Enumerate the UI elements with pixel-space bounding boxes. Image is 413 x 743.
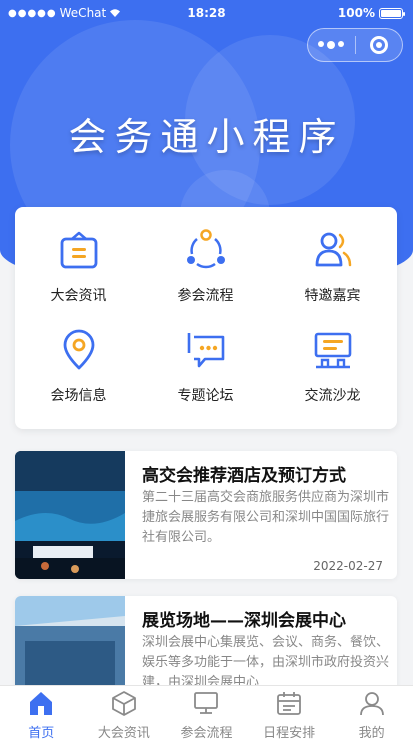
news-title: 展览场地——深圳会展中心 xyxy=(142,611,346,631)
battery-icon xyxy=(379,7,405,19)
process-cycle-icon xyxy=(187,229,225,269)
grid-item-label: 专题论坛 xyxy=(177,388,234,404)
status-bar: ●●●●● WeChat 18:28 100% xyxy=(0,0,413,26)
tab-label: 首页 xyxy=(28,726,55,741)
grid-item-label: 会场信息 xyxy=(50,388,107,404)
guests-icon xyxy=(315,232,352,267)
news-description: 深圳会展中心集展览、会议、商务、餐饮、娱乐等多功能于一体，由深圳市政府投资兴建，… xyxy=(142,635,390,690)
battery-percent: 100% xyxy=(337,6,375,20)
location-pin-icon xyxy=(63,329,95,370)
close-miniprogram-button[interactable] xyxy=(355,36,402,54)
tab-mine[interactable]: 我的 xyxy=(330,686,413,743)
miniprogram-capsule xyxy=(307,28,403,62)
news-card[interactable]: 高交会推荐酒店及预订方式 第二十三届高交会商旅服务供应商为深圳市捷旅会展服务有限… xyxy=(15,451,397,579)
news-card[interactable]: 展览场地——深圳会展中心 深圳会展中心集展览、会议、商务、餐饮、娱乐等多功能于一… xyxy=(15,596,397,696)
calendar-icon xyxy=(277,692,301,715)
tab-schedule[interactable]: 日程安排 xyxy=(248,686,331,743)
tab-label: 参会流程 xyxy=(180,726,233,741)
cube-icon xyxy=(111,691,136,716)
news-title: 高交会推荐酒店及预订方式 xyxy=(142,466,346,486)
grid-item-guests[interactable]: 特邀嘉宾 xyxy=(269,207,396,307)
grid-item-process[interactable]: 参会流程 xyxy=(142,207,269,307)
battery-level xyxy=(381,9,401,17)
grid-item-label: 大会资讯 xyxy=(50,288,107,304)
grid-item-label: 交流沙龙 xyxy=(304,388,361,404)
battery-indicator: 100% xyxy=(337,6,405,20)
home-icon xyxy=(30,692,53,715)
feature-grid: 大会资讯 参会流程 特邀嘉宾 会场信息 专题论坛 交流沙龙 xyxy=(15,207,397,429)
salon-icon xyxy=(314,332,352,369)
monitor-icon xyxy=(194,692,219,714)
tab-home[interactable]: 首页 xyxy=(0,686,83,743)
tab-news[interactable]: 大会资讯 xyxy=(83,686,166,743)
tab-process[interactable]: 参会流程 xyxy=(165,686,248,743)
notice-board-icon xyxy=(60,231,98,269)
news-date: 2022-02-27 xyxy=(313,559,383,573)
news-thumbnail xyxy=(15,451,125,579)
tab-label: 我的 xyxy=(358,726,385,741)
grid-item-salon[interactable]: 交流沙龙 xyxy=(269,307,396,407)
grid-item-venue[interactable]: 会场信息 xyxy=(15,307,142,407)
user-icon xyxy=(359,692,384,716)
chat-bubble-icon xyxy=(187,333,225,368)
tab-bar: 首页 大会资讯 参会流程 日程安排 我的 xyxy=(0,685,413,743)
grid-item-label: 参会流程 xyxy=(177,288,234,304)
grid-item-news[interactable]: 大会资讯 xyxy=(15,207,142,307)
app-title: 会务通小程序 xyxy=(68,115,345,159)
news-description: 第二十三届高交会商旅服务供应商为深圳市捷旅会展服务有限公司和深圳中国国际旅行社有… xyxy=(142,490,390,545)
tab-label: 大会资讯 xyxy=(97,726,150,741)
more-button[interactable] xyxy=(308,41,355,49)
grid-item-forum[interactable]: 专题论坛 xyxy=(142,307,269,407)
grid-item-label: 特邀嘉宾 xyxy=(304,288,361,304)
tab-label: 日程安排 xyxy=(263,726,316,741)
news-thumbnail xyxy=(15,596,125,696)
target-icon xyxy=(369,36,388,54)
